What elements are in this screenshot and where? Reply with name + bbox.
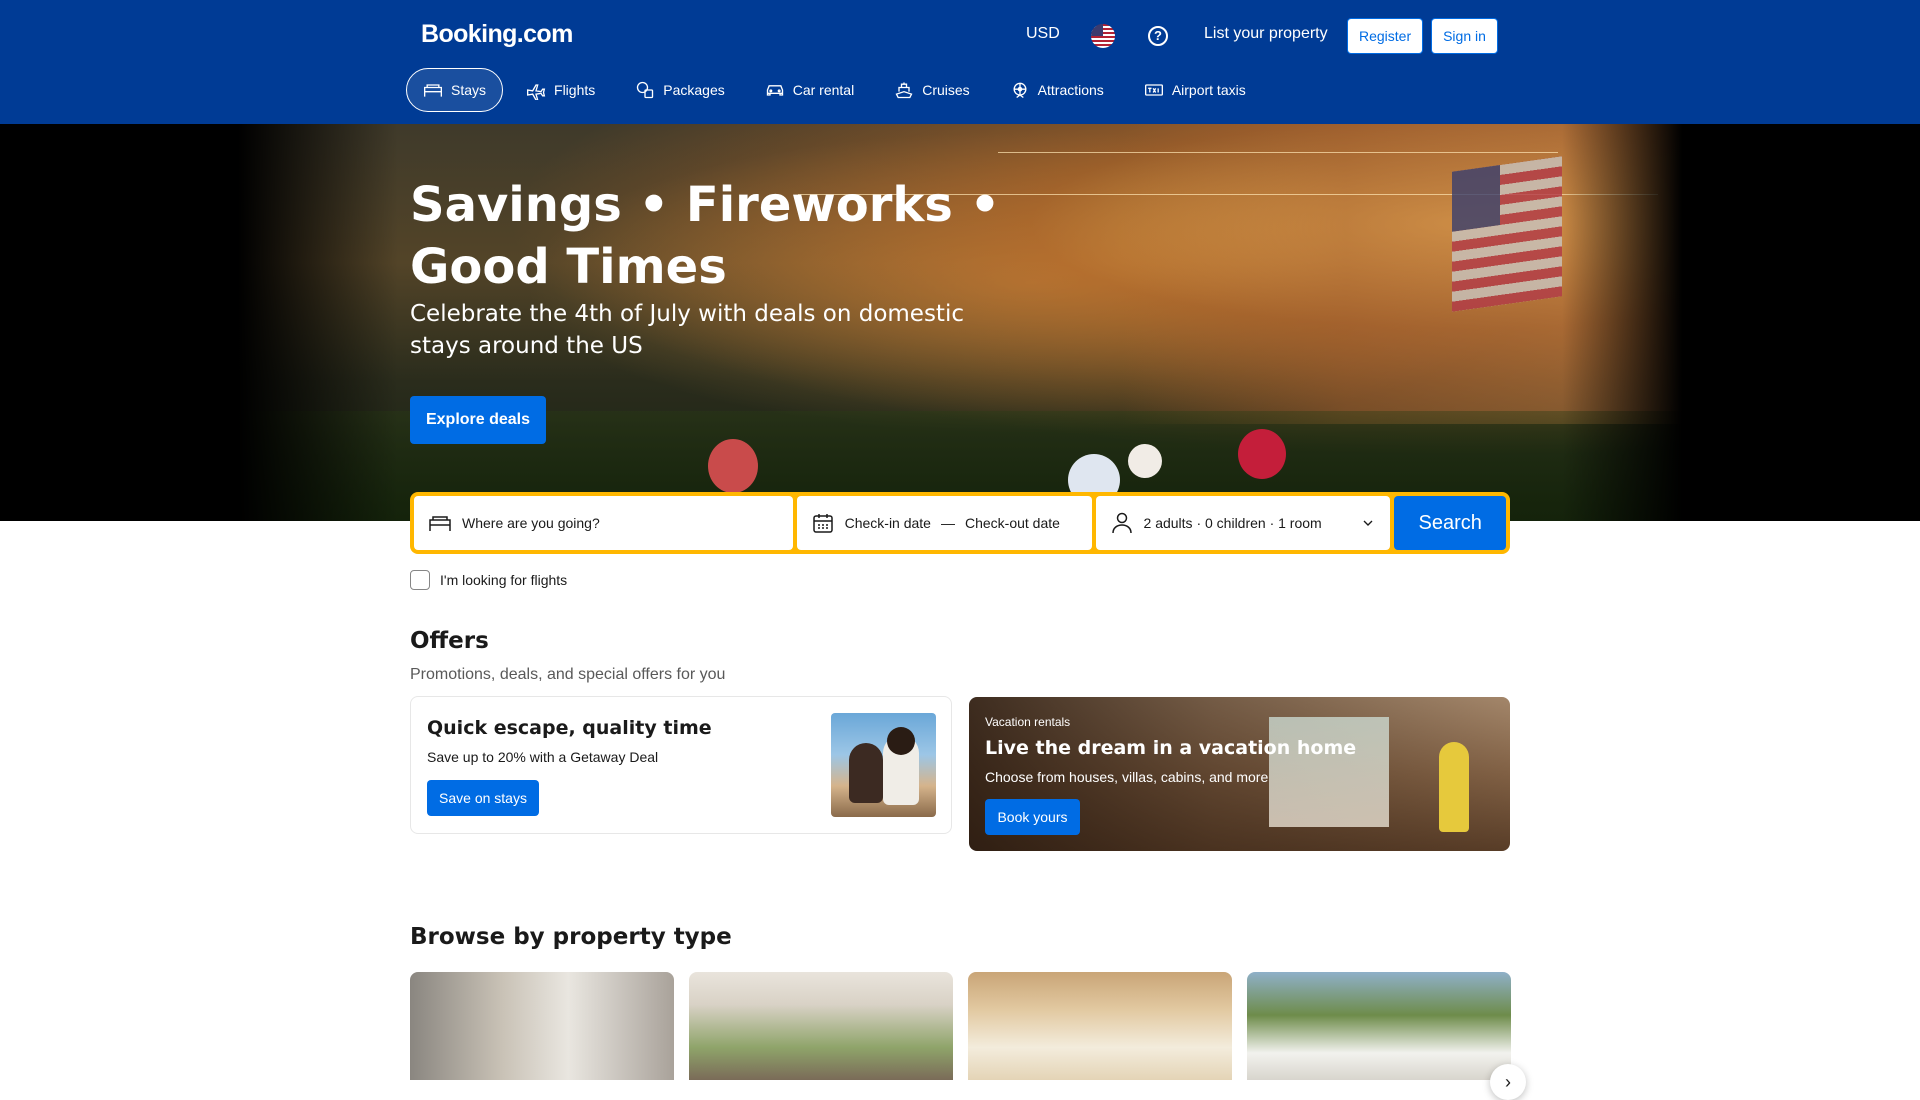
offer-title: Quick escape, quality time <box>427 717 712 739</box>
search-button[interactable]: Search <box>1394 496 1506 550</box>
hero-title: Savings • Fireworks • Good Times <box>410 177 1001 295</box>
nav-cruises-label: Cruises <box>922 82 970 98</box>
header: Booking.com USD ? List your property Reg… <box>0 0 1920 124</box>
book-yours-button[interactable]: Book yours <box>985 799 1080 835</box>
chevron-right-icon[interactable]: › <box>1490 1064 1526 1100</box>
offers-heading: Offers <box>410 628 489 654</box>
nav-flights[interactable]: Flights <box>509 68 612 112</box>
us-flag-icon[interactable] <box>1091 24 1115 48</box>
nav-stays[interactable]: Stays <box>406 68 504 112</box>
nav-attractions-label: Attractions <box>1037 82 1104 98</box>
calendar-icon <box>812 514 833 533</box>
property-type-card[interactable] <box>410 972 674 1080</box>
car-icon <box>766 85 783 96</box>
checkout-label: Check-out date <box>964 515 1060 531</box>
bed-icon <box>429 516 451 531</box>
nav-car-rental-label: Car rental <box>792 82 855 98</box>
chevron-down-icon <box>1363 520 1373 526</box>
date-separator: — <box>940 515 955 531</box>
nav-packages[interactable]: Packages <box>618 68 741 112</box>
occupancy-field[interactable]: 2 adults · 0 children · 1 room <box>1095 496 1391 550</box>
list-your-property-link[interactable]: List your property <box>1204 25 1328 43</box>
bed-icon <box>424 84 442 97</box>
ship-icon <box>895 82 913 99</box>
nav-stays-label: Stays <box>451 82 487 98</box>
offer-description: Choose from houses, villas, cabins, and … <box>985 769 1269 785</box>
plane-icon <box>527 84 546 100</box>
booking-logo[interactable]: Booking.com <box>421 20 573 49</box>
hero-subtitle: Celebrate the 4th of July with deals on … <box>410 301 964 359</box>
browse-heading: Browse by property type <box>410 924 732 950</box>
property-type-card[interactable] <box>689 972 953 1080</box>
search-bar: Where are you going? Check-in date — Che… <box>410 492 1510 554</box>
nav-cruises[interactable]: Cruises <box>877 68 986 112</box>
offer-card-vacation-rentals: Vacation rentals Live the dream in a vac… <box>969 697 1510 851</box>
date-picker-field[interactable]: Check-in date — Check-out date <box>796 496 1092 550</box>
offer-description: Save up to 20% with a Getaway Deal <box>427 749 659 765</box>
save-on-stays-button[interactable]: Save on stays <box>427 780 539 816</box>
register-button[interactable]: Register <box>1347 18 1423 54</box>
offer-image-couple <box>831 713 936 817</box>
nav-flights-label: Flights <box>554 82 596 98</box>
offer-title: Live the dream in a vacation home <box>985 737 1357 759</box>
destination-field[interactable]: Where are you going? <box>414 496 793 550</box>
occupancy-label: 2 adults · 0 children · 1 room <box>1143 515 1322 531</box>
checkin-label: Check-in date <box>844 515 931 531</box>
nav-airport-taxis-label: Airport taxis <box>1171 82 1246 98</box>
nav-attractions[interactable]: Attractions <box>993 68 1121 112</box>
hero-banner: Savings • Fireworks • Good Times Celebra… <box>0 124 1920 521</box>
nav-car-rental[interactable]: Car rental <box>748 68 871 112</box>
person-icon <box>1111 512 1132 534</box>
explore-deals-button[interactable]: Explore deals <box>410 396 546 444</box>
nav-airport-taxis[interactable]: Airport taxis <box>1127 68 1263 112</box>
offers-subtitle: Promotions, deals, and special offers fo… <box>410 666 726 683</box>
property-type-card[interactable] <box>1247 972 1511 1080</box>
destination-placeholder: Where are you going? <box>462 515 600 531</box>
property-type-card[interactable] <box>968 972 1232 1080</box>
flights-checkbox-label: I'm looking for flights <box>440 572 568 588</box>
offer-kicker: Vacation rentals <box>985 715 1071 729</box>
offer-card-getaway: Quick escape, quality time Save up to 20… <box>410 696 952 834</box>
flights-checkbox-row[interactable]: I'm looking for flights <box>410 570 567 590</box>
product-nav: Stays Flights Packages Car rental Cruise… <box>406 68 1263 112</box>
question-icon[interactable]: ? <box>1148 26 1168 46</box>
currency-selector[interactable]: USD <box>1026 25 1060 43</box>
flights-checkbox[interactable] <box>410 570 430 590</box>
attractions-icon <box>1013 82 1027 99</box>
packages-icon <box>637 81 654 99</box>
nav-packages-label: Packages <box>663 82 725 98</box>
sign-in-button[interactable]: Sign in <box>1431 18 1498 54</box>
taxi-icon <box>1144 84 1163 96</box>
